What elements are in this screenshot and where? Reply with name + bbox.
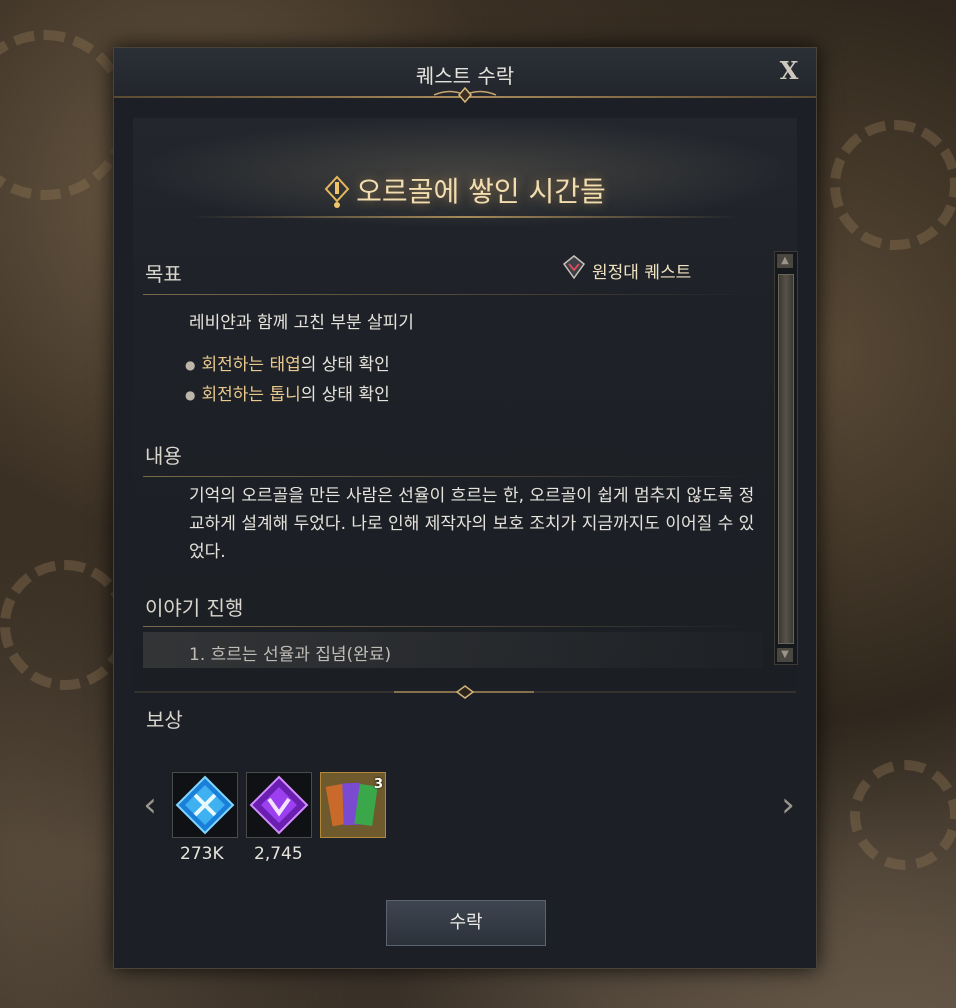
- objective-label: 목표: [145, 262, 182, 286]
- reward-divider-ornament-icon: [134, 685, 796, 699]
- quest-title-divider: [193, 216, 737, 218]
- reward-stack-count: 3: [373, 777, 383, 792]
- crossed-swords-gem-icon: [175, 775, 235, 835]
- objective-divider: [143, 294, 753, 295]
- dialog-title: 퀘스트 수락: [415, 64, 515, 88]
- quest-accept-dialog: 퀘스트 수락 X 오르골에 쌓인 시간들 목표 원정대 퀘스트 레비얀과 함께 …: [113, 47, 817, 969]
- reward-item[interactable]: 3: [320, 772, 386, 838]
- accept-quest-button[interactable]: 수락: [386, 900, 546, 946]
- quest-title: 오르골에 쌓인 시간들: [133, 170, 797, 211]
- story-progress-label: 이야기 진행: [145, 596, 244, 620]
- reward-prev-arrow-icon[interactable]: ‹: [138, 788, 162, 822]
- content-label: 내용: [145, 444, 182, 468]
- objective-summary: 레비얀과 함께 고친 부분 살피기: [189, 313, 414, 333]
- scroll-thumb[interactable]: [778, 274, 794, 644]
- close-button[interactable]: X: [776, 56, 802, 86]
- reward-next-arrow-icon[interactable]: ›: [776, 788, 800, 822]
- reward-count: 2,745: [254, 844, 303, 864]
- reward-label: 보상: [146, 708, 183, 732]
- story-step-text: 1. 흐르는 선율과 집념(완료): [189, 645, 392, 665]
- bullet-dot-icon: ●: [185, 388, 196, 402]
- quest-title-text: 오르골에 쌓인 시간들: [356, 175, 606, 208]
- objective-item: ● 회전하는 태엽의 상태 확인: [185, 355, 390, 375]
- reward-item[interactable]: [172, 772, 238, 838]
- story-step-row: 1. 흐르는 선율과 집념(완료): [143, 632, 763, 668]
- reward-count: 273K: [180, 844, 224, 864]
- expedition-crest-icon: [562, 255, 586, 280]
- expedition-quest-tag: 원정대 퀘스트: [562, 255, 692, 283]
- scroll-down-icon[interactable]: ▼: [777, 648, 793, 662]
- title-ornament-icon: [433, 86, 497, 104]
- content-divider: [143, 476, 753, 477]
- reward-item[interactable]: [246, 772, 312, 838]
- objective-item: ● 회전하는 톱니의 상태 확인: [185, 385, 390, 405]
- bullet-dot-icon: ●: [185, 358, 196, 372]
- content-text: 기억의 오르골을 만든 사람은 선율이 흐르는 한, 오르골이 쉽게 멈추지 않…: [189, 486, 755, 562]
- purple-crest-gem-icon: [249, 775, 309, 835]
- quest-detail-panel: 오르골에 쌓인 시간들 목표 원정대 퀘스트 레비얀과 함께 고친 부분 살피기…: [133, 118, 798, 688]
- scroll-up-icon[interactable]: ▲: [777, 254, 793, 268]
- content-scrollbar[interactable]: ▲ ▼: [774, 251, 798, 665]
- expedition-quest-label: 원정대 퀘스트: [592, 263, 692, 283]
- quest-exclamation-icon: [324, 175, 350, 208]
- story-divider: [143, 626, 753, 627]
